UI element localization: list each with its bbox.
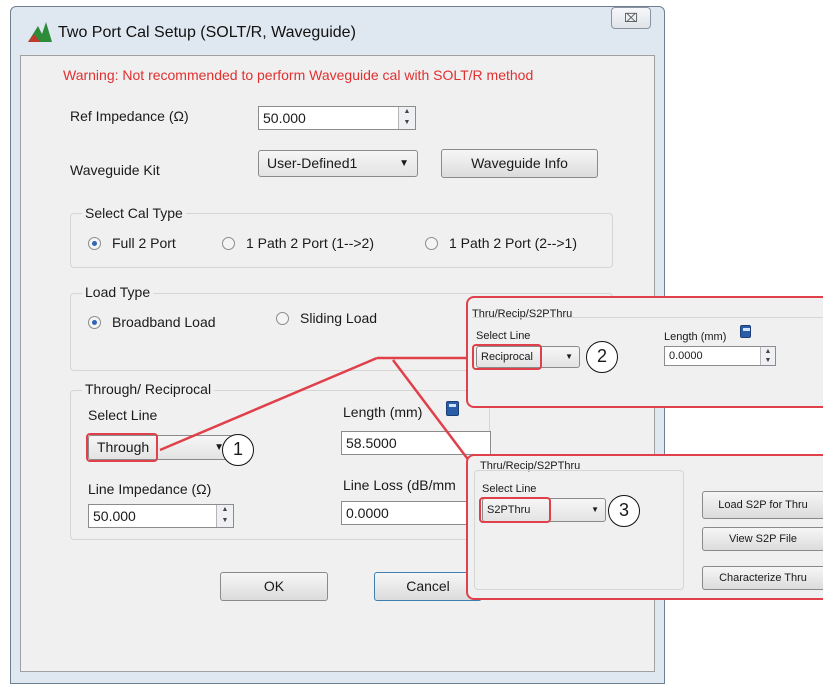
callout2-length-value: 0.0000 [669,350,703,362]
marker-3: 3 [608,495,640,527]
characterize-thru-button[interactable]: Characterize Thru [702,566,823,590]
view-s2p-button[interactable]: View S2P File [702,527,823,551]
marker-1: 1 [222,434,254,466]
highlight-reciprocal [472,344,542,370]
callout2-title: Thru/Recip/S2PThru [472,308,573,320]
highlight-s2pthru [479,497,551,523]
marker-2: 2 [586,341,618,373]
callout3-select-line-label: Select Line [482,483,537,495]
callout2-length-label: Length (mm) [664,331,727,343]
callout2-length-spinner[interactable]: ▲ ▼ [760,347,775,365]
callout2-divider [472,317,823,318]
callout2-select-line-label: Select Line [476,330,531,342]
dropdown-arrow-icon: ▼ [565,352,573,361]
load-s2p-button[interactable]: Load S2P for Thru [702,491,823,519]
dropdown-arrow-icon: ▼ [591,505,599,514]
calculator-icon[interactable] [740,325,751,338]
